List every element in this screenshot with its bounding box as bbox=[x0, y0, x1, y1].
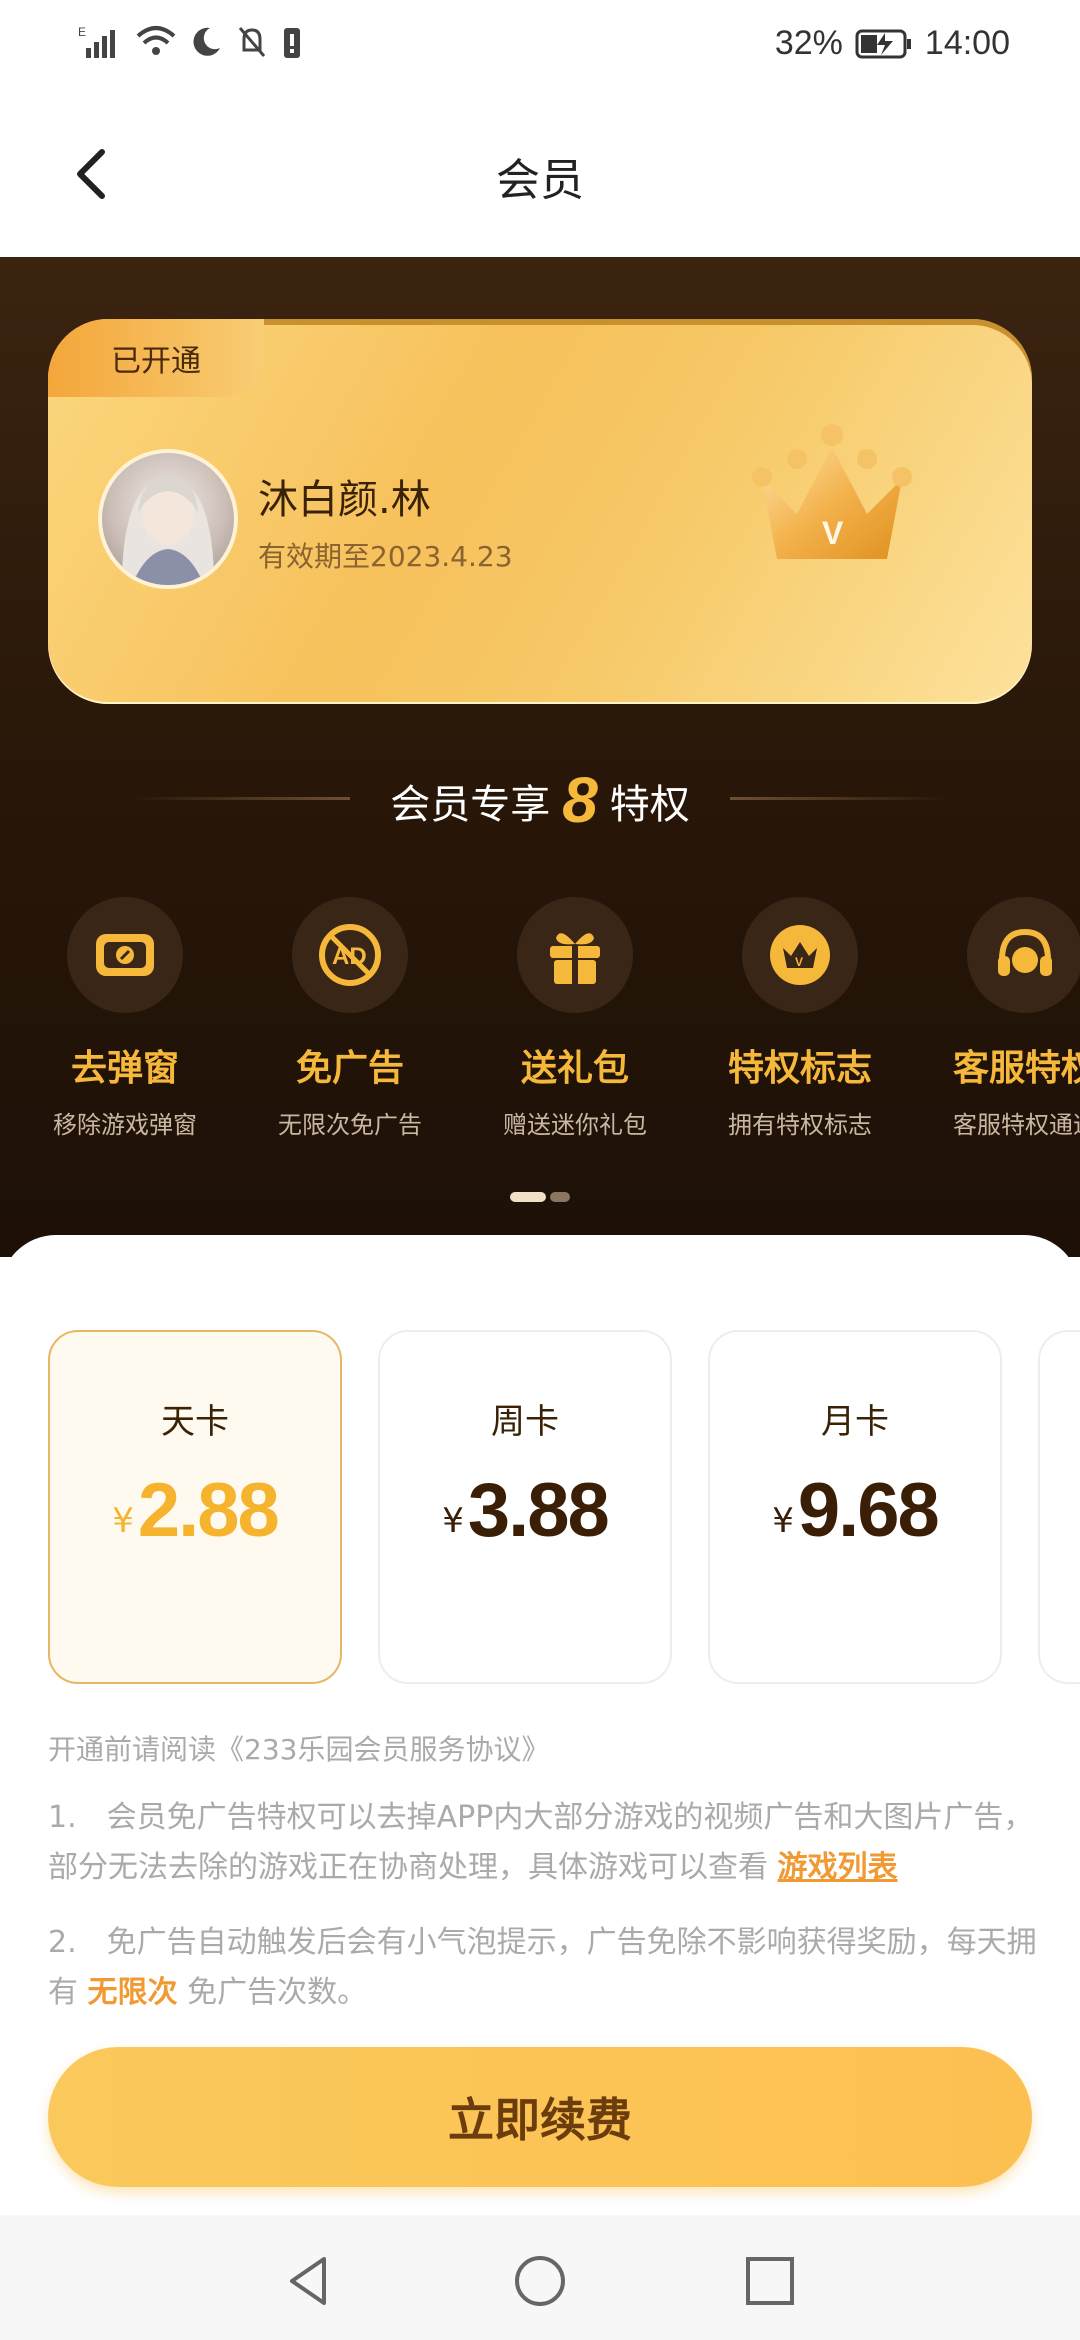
svg-text:V: V bbox=[795, 955, 803, 969]
renew-button[interactable]: 立即续费 bbox=[48, 2047, 1032, 2187]
indicator-dot-active bbox=[510, 1192, 546, 1202]
avatar-portrait-icon bbox=[122, 475, 214, 585]
no-ad-icon: AD bbox=[292, 897, 408, 1013]
moon-icon bbox=[190, 24, 222, 60]
valid-until-text: 有效期至2023.4.23 bbox=[258, 540, 513, 573]
plan-card-month[interactable]: 月卡 ¥9.68 bbox=[708, 1330, 1002, 1684]
privilege-item[interactable]: V 特权标志 拥有特权标志 bbox=[685, 897, 915, 1140]
privileges-title-suffix: 特权 bbox=[609, 782, 690, 828]
status-icons: E bbox=[78, 24, 302, 60]
privilege-item[interactable]: AD 免广告 无限次免广告 bbox=[235, 897, 465, 1140]
plan-price: ¥3.88 bbox=[380, 1467, 670, 1554]
system-navigation-bar bbox=[0, 2215, 1080, 2340]
privilege-desc: 客服特权通道 bbox=[953, 1111, 1080, 1139]
plan-card-week[interactable]: 周卡 ¥3.88 bbox=[378, 1330, 672, 1684]
system-recents-button[interactable] bbox=[742, 2253, 798, 2309]
plan-card-day[interactable]: 天卡 ¥2.88 bbox=[48, 1330, 342, 1684]
privilege-item[interactable]: 客服特权 客服特权通道 bbox=[910, 897, 1080, 1140]
note-2-suffix: 免广告次数。 bbox=[187, 1975, 368, 2010]
price-amount: 2.88 bbox=[137, 1468, 280, 1553]
system-home-button[interactable] bbox=[512, 2253, 568, 2309]
hero-section: 已开通 沐白颜.林 有效期至2023.4.23 V 会员专享 8 特权 去弹窗 … bbox=[0, 257, 1080, 1257]
privilege-desc: 拥有特权标志 bbox=[728, 1111, 872, 1139]
plan-name: 天卡 bbox=[161, 1402, 229, 1442]
purchase-sheet: 天卡 ¥2.88 周卡 ¥3.88 月卡 ¥9.68 开通前请阅读《233乐园会… bbox=[0, 1235, 1080, 2215]
battery-percent: 32% bbox=[774, 24, 843, 62]
crown-icon: V bbox=[742, 419, 922, 583]
system-back-button[interactable] bbox=[282, 2253, 338, 2309]
plan-card-partial[interactable] bbox=[1038, 1330, 1080, 1684]
privilege-name: 特权标志 bbox=[727, 1048, 872, 1089]
mute-bell-icon bbox=[236, 24, 268, 60]
note-1: 1. 会员免广告特权可以去掉APP内大部分游戏的视频广告和大图片广告，部分无法去… bbox=[48, 1793, 1038, 1893]
plan-price: ¥9.68 bbox=[710, 1467, 1000, 1554]
privileges-count: 8 bbox=[562, 764, 598, 836]
price-amount: 9.68 bbox=[797, 1468, 940, 1553]
circle-home-icon bbox=[515, 2256, 565, 2306]
plan-price: ¥2.88 bbox=[50, 1467, 340, 1554]
square-recents-icon bbox=[746, 2257, 794, 2305]
page-title: 会员 bbox=[496, 155, 584, 206]
privilege-desc: 移除游戏弹窗 bbox=[53, 1111, 197, 1139]
carousel-indicator bbox=[510, 1192, 570, 1202]
popup-window-icon bbox=[67, 897, 183, 1013]
wifi-icon bbox=[136, 24, 176, 60]
plan-name: 月卡 bbox=[821, 1402, 889, 1442]
status-bar: E 32% 14:00 bbox=[0, 0, 1080, 92]
privilege-item[interactable]: 送礼包 赠送迷你礼包 bbox=[460, 897, 690, 1140]
currency-symbol: ¥ bbox=[772, 1501, 794, 1541]
alert-battery-icon bbox=[282, 24, 302, 60]
status-right: 32% 14:00 bbox=[775, 24, 1010, 63]
avatar[interactable] bbox=[98, 449, 238, 589]
svg-text:E: E bbox=[78, 25, 86, 39]
signal-icon: E bbox=[78, 24, 122, 60]
privileges-header: 会员专享 8 特权 bbox=[0, 757, 1080, 837]
privilege-name: 去弹窗 bbox=[70, 1048, 179, 1089]
user-name: 沐白颜.林 bbox=[258, 477, 431, 523]
privilege-name: 送礼包 bbox=[520, 1048, 629, 1089]
crown-badge-icon: V bbox=[742, 897, 858, 1013]
price-amount: 3.88 bbox=[467, 1468, 610, 1553]
battery-charging-icon bbox=[855, 29, 913, 59]
privilege-item[interactable]: 去弹窗 移除游戏弹窗 bbox=[10, 897, 240, 1140]
currency-symbol: ¥ bbox=[442, 1501, 464, 1541]
privileges-title: 会员专享 8 特权 bbox=[0, 763, 1080, 837]
status-badge: 已开通 bbox=[48, 319, 264, 397]
agreement-link[interactable]: 开通前请阅读《233乐园会员服务协议》 bbox=[48, 1728, 549, 1768]
game-list-link[interactable]: 游戏列表 bbox=[778, 1850, 898, 1885]
member-card: 已开通 沐白颜.林 有效期至2023.4.23 V bbox=[48, 319, 1032, 704]
svg-text:V: V bbox=[822, 515, 844, 551]
privilege-desc: 赠送迷你礼包 bbox=[503, 1111, 647, 1139]
nav-bar: 会员 bbox=[0, 92, 1080, 257]
clock: 14:00 bbox=[924, 24, 1010, 62]
note-2-highlight: 无限次 bbox=[87, 1975, 178, 2010]
privileges-title-prefix: 会员专享 bbox=[390, 782, 551, 828]
triangle-back-icon bbox=[290, 2257, 326, 2305]
headset-icon bbox=[967, 897, 1080, 1013]
privilege-name: 客服特权 bbox=[952, 1048, 1080, 1089]
indicator-dot bbox=[550, 1192, 570, 1202]
note-2: 2. 免广告自动触发后会有小气泡提示，广告免除不影响获得奖励，每天拥有 无限次 … bbox=[48, 1918, 1038, 2018]
privilege-desc: 无限次免广告 bbox=[278, 1111, 422, 1139]
divider bbox=[730, 797, 950, 800]
currency-symbol: ¥ bbox=[112, 1501, 134, 1541]
plan-name: 周卡 bbox=[491, 1402, 559, 1442]
gift-icon bbox=[517, 897, 633, 1013]
privilege-name: 免广告 bbox=[295, 1048, 404, 1089]
